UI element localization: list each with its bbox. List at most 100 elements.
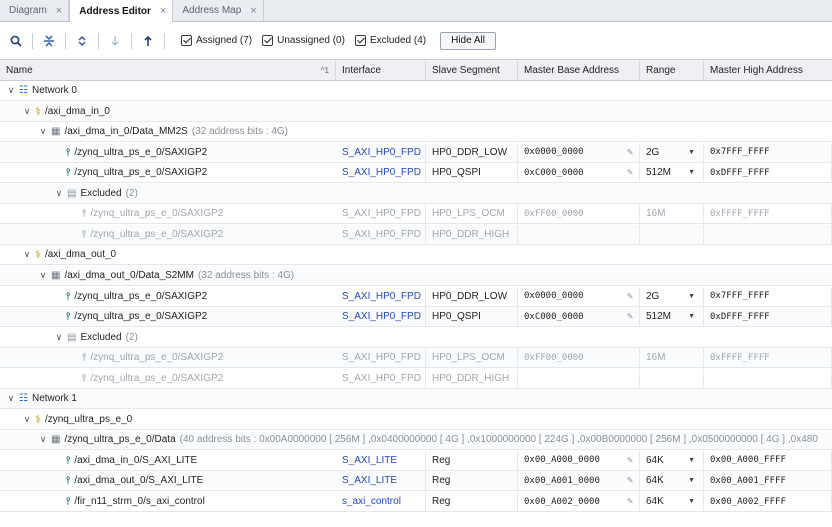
table-row[interactable]: ⫯/zynq_ultra_ps_e_0/SAXIGP2 S_AXI_HP0_FPD… xyxy=(0,163,832,184)
chevron-down-icon[interactable]: ∨ xyxy=(6,85,16,96)
move-up-icon[interactable] xyxy=(138,31,158,51)
master-base-address-cell[interactable]: 0x0000_0000 ✎ xyxy=(518,142,640,162)
edit-pencil-icon[interactable]: ✎ xyxy=(627,311,633,322)
master-base-address-cell[interactable]: 0x0000_0000 ✎ xyxy=(518,286,640,306)
table-row[interactable]: ∨ ▦/zynq_ultra_ps_e_0/Data (40 address bit… xyxy=(0,430,832,451)
move-down-icon[interactable] xyxy=(105,31,125,51)
search-icon[interactable] xyxy=(6,31,26,51)
filter-assigned-checkbox[interactable]: Assigned (7) xyxy=(181,35,252,46)
range-cell[interactable]: 64K ▼ xyxy=(640,492,704,511)
table-row[interactable]: ⫯/zynq_ultra_ps_e_0/SAXIGP2 S_AXI_HP0_FPD… xyxy=(0,204,832,225)
dropdown-arrow-icon[interactable]: ▼ xyxy=(688,313,695,320)
table-row[interactable]: ⫯/axi_dma_in_0/S_AXI_LITE S_AXI_LITE Reg 0x… xyxy=(0,450,832,471)
master-base-address-cell-value: 0x0000_0000 xyxy=(524,147,584,158)
interface-cell[interactable]: S_AXI_HP0_FPD xyxy=(336,163,426,183)
dropdown-arrow-icon[interactable]: ▼ xyxy=(688,457,695,464)
column-header-master-high-address[interactable]: Master High Address xyxy=(704,60,832,80)
master-base-address-cell[interactable]: 0xC000_0000 ✎ xyxy=(518,163,640,183)
table-row[interactable]: ∨ ▦/axi_dma_in_0/Data_MM2S (32 address bit… xyxy=(0,122,832,143)
chevron-down-icon[interactable]: ∨ xyxy=(38,126,48,137)
master-base-address-cell[interactable]: 0x00_A000_0000 ✎ xyxy=(518,450,640,470)
table-row[interactable]: ⫯/zynq_ultra_ps_e_0/SAXIGP2 S_AXI_HP0_FPD… xyxy=(0,286,832,307)
edit-pencil-icon[interactable]: ✎ xyxy=(627,475,633,486)
table-row[interactable]: ⫯/zynq_ultra_ps_e_0/SAXIGP2 S_AXI_HP0_FPD… xyxy=(0,307,832,328)
table-row[interactable]: ∨ ▦/axi_dma_out_0/Data_S2MM (32 address bi… xyxy=(0,265,832,286)
table-row[interactable]: ∨ ⚕/zynq_ultra_ps_e_0 xyxy=(0,410,832,430)
master-base-address-cell-value: 0xFF00_0000 xyxy=(524,352,584,363)
column-header-interface[interactable]: Interface xyxy=(336,60,426,80)
edit-pencil-icon[interactable]: ✎ xyxy=(627,147,633,158)
chevron-down-icon[interactable]: ∨ xyxy=(54,188,64,199)
close-icon[interactable]: × xyxy=(160,5,166,17)
hide-all-button[interactable]: Hide All xyxy=(440,31,496,50)
chevron-down-icon[interactable]: ∨ xyxy=(22,414,32,425)
tree-name-cell: ∨ ⚕/axi_dma_in_0 xyxy=(22,102,832,121)
column-header-master-base-address[interactable]: Master Base Address xyxy=(518,60,640,80)
column-header-slave-segment[interactable]: Slave Segment xyxy=(426,60,518,80)
table-row[interactable]: ⫯/zynq_ultra_ps_e_0/SAXIGP2 S_AXI_HP0_FPD… xyxy=(0,368,832,389)
range-cell[interactable]: 2G ▼ xyxy=(640,286,704,306)
dropdown-arrow-icon[interactable]: ▼ xyxy=(688,293,695,300)
master-base-address-cell[interactable]: 0xC000_0000 ✎ xyxy=(518,307,640,327)
filter-excluded-checkbox[interactable]: Excluded (4) xyxy=(354,35,426,46)
master-high-address-cell: 0x00_A000_FFFF xyxy=(704,450,832,470)
table-row[interactable]: ∨ ☷ Network 1 xyxy=(0,389,832,410)
master-base-address-cell[interactable]: 0x00_A001_0000 ✎ xyxy=(518,471,640,491)
column-header-range[interactable]: Range xyxy=(640,60,704,80)
interface-cell[interactable]: S_AXI_HP0_FPD xyxy=(336,142,426,162)
tab-address-editor[interactable]: Address Editor × xyxy=(69,0,174,22)
range-cell[interactable]: 64K ▼ xyxy=(640,471,704,491)
interface-cell[interactable]: S_AXI_LITE xyxy=(336,471,426,491)
expand-all-icon[interactable] xyxy=(72,31,92,51)
table-row[interactable]: ⫯/zynq_ultra_ps_e_0/SAXIGP2 S_AXI_HP0_FPD… xyxy=(0,224,832,245)
table-row[interactable]: ⫯/zynq_ultra_ps_e_0/SAXIGP2 S_AXI_HP0_FPD… xyxy=(0,142,832,163)
edit-pencil-icon[interactable]: ✎ xyxy=(627,455,633,466)
table-row[interactable]: ∨ ☷ Network 0 xyxy=(0,81,832,101)
table-row[interactable]: ⫯/zynq_ultra_ps_e_0/SAXIGP2 S_AXI_HP0_FPD… xyxy=(0,348,832,369)
collapse-all-icon[interactable] xyxy=(39,31,59,51)
edit-pencil-icon[interactable]: ✎ xyxy=(627,167,633,178)
master-base-address-cell[interactable]: 0x00_A002_0000 ✎ xyxy=(518,492,640,511)
tab-address-map[interactable]: Address Map × xyxy=(173,0,264,21)
table-row[interactable]: ⫯/axi_dma_out_0/S_AXI_LITE S_AXI_LITE Reg 0… xyxy=(0,471,832,492)
table-row[interactable]: ⫯/fir_n11_strm_0/s_axi_control s_axi_cont… xyxy=(0,492,832,512)
table-row[interactable]: ∨ ▤ Excluded (2) xyxy=(0,328,832,348)
slave-segment-cell-value: HP0_LPS_OCM xyxy=(432,352,505,364)
dropdown-arrow-icon[interactable]: ▼ xyxy=(688,169,695,176)
interface-cell[interactable]: S_AXI_LITE xyxy=(336,450,426,470)
close-icon[interactable]: × xyxy=(56,5,62,17)
dropdown-arrow-icon[interactable]: ▼ xyxy=(688,149,695,156)
chevron-down-icon[interactable]: ∨ xyxy=(22,106,32,117)
sort-indicator: ^1 xyxy=(320,65,329,75)
range-cell[interactable]: 512M ▼ xyxy=(640,163,704,183)
interface-cell[interactable]: S_AXI_HP0_FPD xyxy=(336,307,426,327)
filter-unassigned-checkbox[interactable]: Unassigned (0) xyxy=(262,35,345,46)
table-row[interactable]: ∨ ▤ Excluded (2) xyxy=(0,183,832,204)
interface-cell[interactable]: s_axi_control xyxy=(336,492,426,511)
checkbox-checked-icon[interactable] xyxy=(181,35,192,46)
dropdown-arrow-icon[interactable]: ▼ xyxy=(688,477,695,484)
slave-segment-cell-value: HP0_QSPI xyxy=(432,167,481,179)
dropdown-arrow-icon[interactable]: ▼ xyxy=(688,498,695,505)
checkbox-checked-icon[interactable] xyxy=(354,35,366,46)
range-cell-value: 64K xyxy=(646,454,664,466)
chevron-down-icon[interactable]: ∨ xyxy=(38,270,48,281)
interface-cell[interactable]: S_AXI_HP0_FPD xyxy=(336,286,426,306)
table-row[interactable]: ∨ ⚕/axi_dma_out_0 xyxy=(0,245,832,266)
slave-segment-cell-value: HP0_DDR_LOW xyxy=(432,146,508,158)
checkbox-checked-icon[interactable] xyxy=(262,35,274,46)
chevron-down-icon[interactable]: ∨ xyxy=(6,393,16,404)
column-header-name[interactable]: Name ^1 xyxy=(0,60,336,80)
edit-pencil-icon[interactable]: ✎ xyxy=(627,291,633,302)
table-row[interactable]: ∨ ⚕/axi_dma_in_0 xyxy=(0,101,832,122)
chevron-down-icon[interactable]: ∨ xyxy=(22,249,32,260)
slave-segment-cell-value: Reg xyxy=(432,475,451,487)
range-cell[interactable]: 512M ▼ xyxy=(640,307,704,327)
close-icon[interactable]: × xyxy=(250,5,256,17)
range-cell[interactable]: 64K ▼ xyxy=(640,450,704,470)
chevron-down-icon[interactable]: ∨ xyxy=(38,434,48,445)
chevron-down-icon[interactable]: ∨ xyxy=(54,332,64,343)
edit-pencil-icon[interactable]: ✎ xyxy=(627,496,633,507)
range-cell[interactable]: 2G ▼ xyxy=(640,142,704,162)
tab-diagram[interactable]: Diagram × xyxy=(0,0,70,21)
